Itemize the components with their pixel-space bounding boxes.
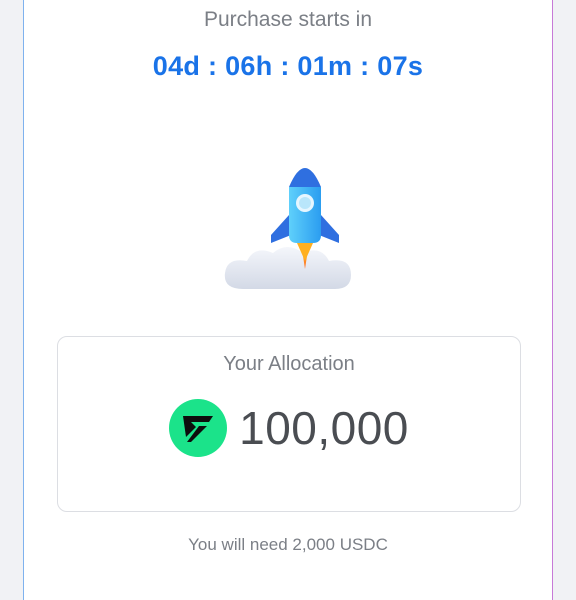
requirement-text: You will need 2,000 USDC: [188, 535, 388, 554]
token-logo-icon: [169, 399, 228, 457]
allocation-title: Your Allocation: [223, 353, 355, 375]
rocket-icon: [224, 168, 351, 289]
launch-card: Purchase starts in 04d : 06h : 01m : 07s: [23, 0, 553, 600]
countdown-timer: 04d : 06h : 01m : 07s: [152, 51, 424, 81]
purchase-starts-label: Purchase starts in: [203, 8, 373, 31]
allocation-box: Your Allocation 100,000: [57, 336, 521, 512]
allocation-amount-row: 100,000: [58, 399, 520, 457]
allocation-amount: 100,000: [239, 402, 409, 454]
